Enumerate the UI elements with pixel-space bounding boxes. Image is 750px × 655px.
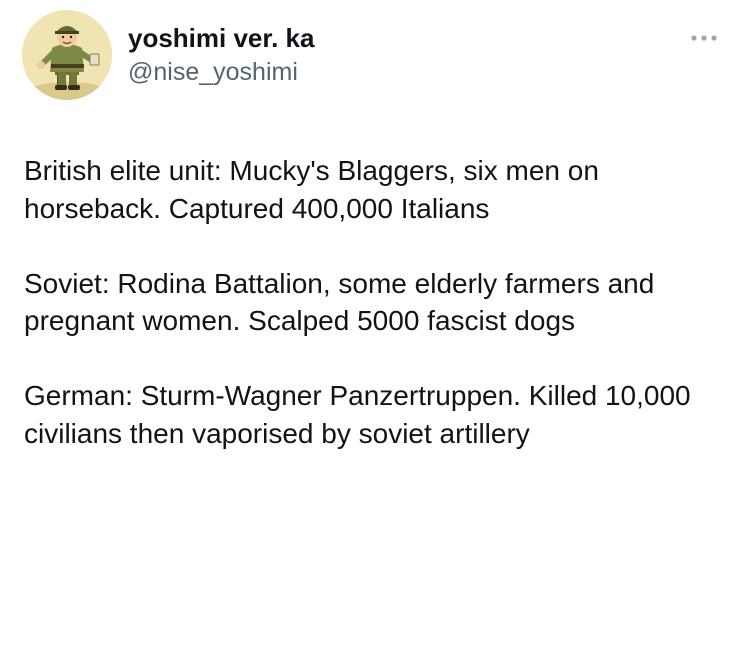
tweet-paragraph-soviet: Soviet: Rodina Battalion, some elderly f… [24,267,655,337]
tweet-paragraph-german: German: Sturm-Wagner Panzertruppen. Kill… [24,380,691,449]
tweet-card: yoshimi ver. ka @nise_yoshimi British el… [0,0,750,655]
user-handle[interactable]: @nise_yoshimi [128,56,314,88]
display-name[interactable]: yoshimi ver. ka [128,22,314,54]
more-options-button[interactable] [686,28,722,48]
user-info: yoshimi ver. ka @nise_yoshimi [128,22,314,88]
tweet-paragraph-british: British elite unit: Mucky's Blaggers, si… [24,155,599,224]
cartoon-soldier-avatar-icon [22,10,112,100]
tweet-text: British elite unit: Mucky's Blaggers, si… [24,152,730,452]
avatar[interactable] [22,10,112,100]
more-horizontal-icon [691,35,717,41]
tweet-header: yoshimi ver. ka @nise_yoshimi [22,10,722,102]
